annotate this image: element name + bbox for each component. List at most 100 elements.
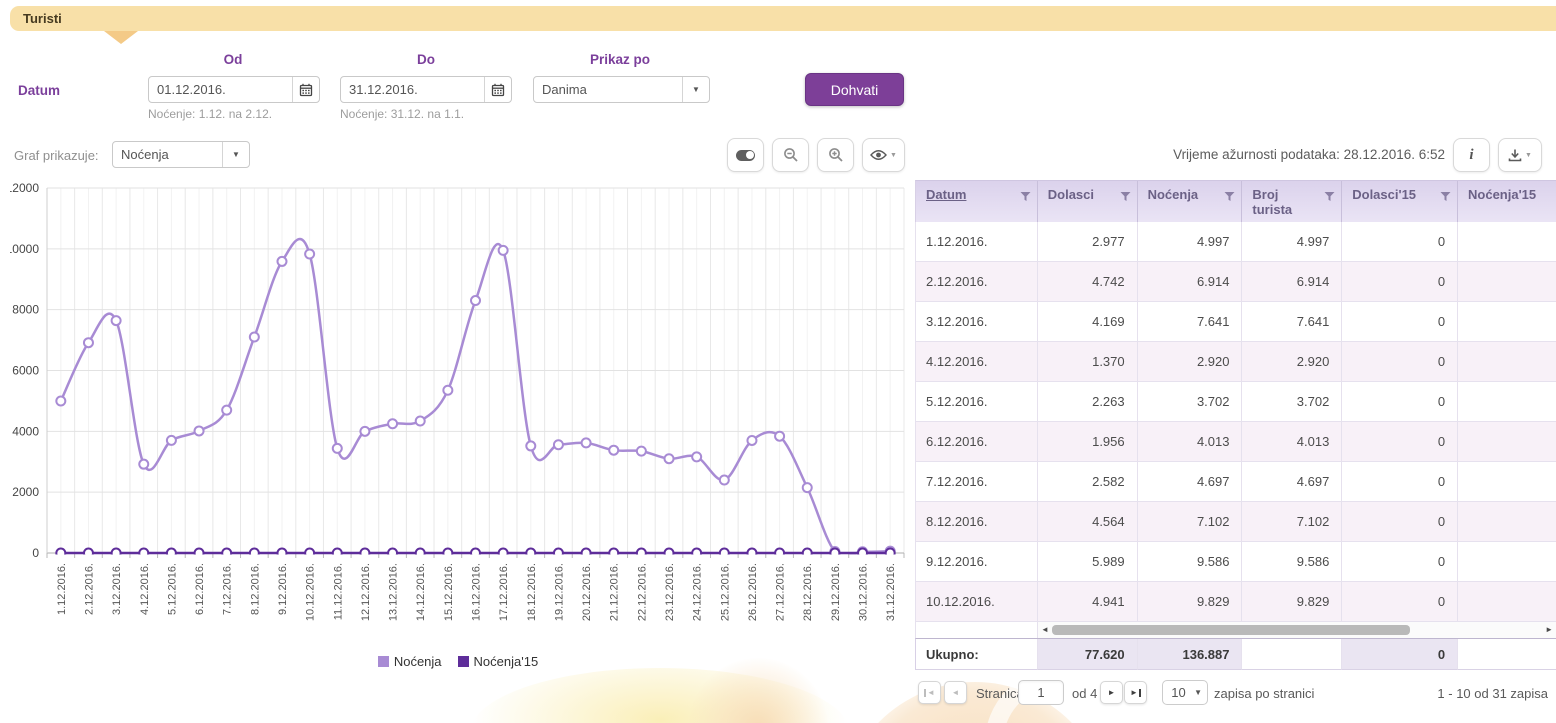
- data-point[interactable]: [526, 441, 535, 450]
- legend-item[interactable]: Noćenja: [378, 654, 442, 669]
- filter-funnel-icon[interactable]: [1120, 191, 1131, 202]
- calendar-icon[interactable]: [484, 77, 511, 102]
- date-from-input[interactable]: [149, 82, 292, 97]
- toggle-series-button[interactable]: [727, 138, 764, 172]
- data-point[interactable]: [554, 549, 563, 558]
- filter-funnel-icon[interactable]: [1224, 191, 1235, 202]
- prev-page-button[interactable]: ◄: [944, 681, 967, 704]
- column-header-no-enja-15[interactable]: Noćenja'15: [1458, 181, 1556, 222]
- data-point[interactable]: [582, 438, 591, 447]
- page-size-select[interactable]: 10 ▼: [1162, 680, 1208, 705]
- data-point[interactable]: [526, 549, 535, 558]
- data-point[interactable]: [499, 246, 508, 255]
- data-point[interactable]: [609, 446, 618, 455]
- graf-prikazuje-select[interactable]: Noćenja ▼: [112, 141, 250, 168]
- data-point[interactable]: [720, 549, 729, 558]
- table-row[interactable]: 2.12.2016.4.7426.9146.9140: [915, 262, 1556, 302]
- data-point[interactable]: [112, 316, 121, 325]
- data-point[interactable]: [443, 386, 452, 395]
- data-point[interactable]: [416, 549, 425, 558]
- data-point[interactable]: [139, 460, 148, 469]
- filter-funnel-icon[interactable]: [1324, 191, 1335, 202]
- data-point[interactable]: [167, 436, 176, 445]
- data-point[interactable]: [56, 397, 65, 406]
- table-row[interactable]: 1.12.2016.2.9774.9974.9970: [915, 222, 1556, 262]
- data-point[interactable]: [858, 549, 867, 558]
- page-number-input[interactable]: [1018, 680, 1064, 705]
- table-row[interactable]: 4.12.2016.1.3702.9202.9200: [915, 342, 1556, 382]
- data-point[interactable]: [388, 549, 397, 558]
- legend-item[interactable]: Noćenja'15: [458, 654, 539, 669]
- data-point[interactable]: [333, 549, 342, 558]
- data-point[interactable]: [388, 419, 397, 428]
- data-point[interactable]: [775, 432, 784, 441]
- data-point[interactable]: [471, 549, 480, 558]
- data-point[interactable]: [471, 296, 480, 305]
- data-point[interactable]: [360, 427, 369, 436]
- column-header-datum[interactable]: Datum: [916, 181, 1038, 222]
- column-header-no-enja[interactable]: Noćenja: [1138, 181, 1243, 222]
- data-point[interactable]: [222, 406, 231, 415]
- table-row[interactable]: 3.12.2016.4.1697.6417.6410: [915, 302, 1556, 342]
- data-point[interactable]: [305, 250, 314, 259]
- data-point[interactable]: [720, 476, 729, 485]
- table-row[interactable]: 10.12.2016.4.9419.8299.8290: [915, 582, 1556, 622]
- data-point[interactable]: [416, 416, 425, 425]
- data-point[interactable]: [692, 549, 701, 558]
- data-point[interactable]: [747, 549, 756, 558]
- data-point[interactable]: [84, 549, 93, 558]
- column-header-broj-turista[interactable]: Broj turista: [1242, 181, 1342, 222]
- data-point[interactable]: [56, 549, 65, 558]
- data-point[interactable]: [333, 444, 342, 453]
- prikaz-po-select[interactable]: Danima ▼: [533, 76, 710, 103]
- data-point[interactable]: [775, 549, 784, 558]
- scroll-right-icon[interactable]: ►: [1545, 625, 1553, 634]
- zoom-in-button[interactable]: [817, 138, 854, 172]
- horizontal-scrollbar[interactable]: ◄ ►: [1038, 622, 1556, 638]
- date-to-input[interactable]: [341, 82, 484, 97]
- data-point[interactable]: [360, 549, 369, 558]
- scrollbar-thumb[interactable]: [1052, 625, 1410, 635]
- data-point[interactable]: [195, 549, 204, 558]
- data-point[interactable]: [277, 549, 286, 558]
- data-point[interactable]: [139, 549, 148, 558]
- filter-funnel-icon[interactable]: [1440, 191, 1451, 202]
- data-point[interactable]: [554, 440, 563, 449]
- dohvati-button[interactable]: Dohvati: [805, 73, 904, 106]
- data-point[interactable]: [222, 549, 231, 558]
- table-row[interactable]: 5.12.2016.2.2633.7023.7020: [915, 382, 1556, 422]
- data-point[interactable]: [250, 332, 259, 341]
- info-button[interactable]: i: [1453, 138, 1490, 172]
- data-point[interactable]: [747, 436, 756, 445]
- scroll-left-icon[interactable]: ◄: [1041, 625, 1049, 634]
- data-point[interactable]: [665, 454, 674, 463]
- first-page-button[interactable]: ◄: [918, 681, 941, 704]
- next-page-button[interactable]: ►: [1100, 681, 1123, 704]
- data-point[interactable]: [499, 549, 508, 558]
- column-header-dolasci-15[interactable]: Dolasci'15: [1342, 181, 1458, 222]
- chart-area[interactable]: 0200040006000800010000120001.12.2016.2.1…: [10, 182, 906, 668]
- data-point[interactable]: [112, 549, 121, 558]
- visibility-menu-button[interactable]: ▼: [862, 138, 905, 172]
- data-point[interactable]: [665, 549, 674, 558]
- table-row[interactable]: 6.12.2016.1.9564.0134.0130: [915, 422, 1556, 462]
- data-point[interactable]: [305, 549, 314, 558]
- export-button[interactable]: ▼: [1498, 138, 1542, 172]
- data-point[interactable]: [195, 426, 204, 435]
- table-row[interactable]: 8.12.2016.4.5647.1027.1020: [915, 502, 1556, 542]
- data-point[interactable]: [830, 549, 839, 558]
- filter-funnel-icon[interactable]: [1020, 191, 1031, 202]
- column-header-dolasci[interactable]: Dolasci: [1038, 181, 1138, 222]
- data-point[interactable]: [803, 549, 812, 558]
- data-point[interactable]: [637, 447, 646, 456]
- data-point[interactable]: [637, 549, 646, 558]
- data-point[interactable]: [167, 549, 176, 558]
- data-point[interactable]: [803, 483, 812, 492]
- table-row[interactable]: 7.12.2016.2.5824.6974.6970: [915, 462, 1556, 502]
- data-point[interactable]: [692, 452, 701, 461]
- tab-turisti[interactable]: Turisti: [10, 6, 1556, 31]
- zoom-out-button[interactable]: [772, 138, 809, 172]
- calendar-icon[interactable]: [292, 77, 319, 102]
- data-point[interactable]: [277, 257, 286, 266]
- data-point[interactable]: [609, 549, 618, 558]
